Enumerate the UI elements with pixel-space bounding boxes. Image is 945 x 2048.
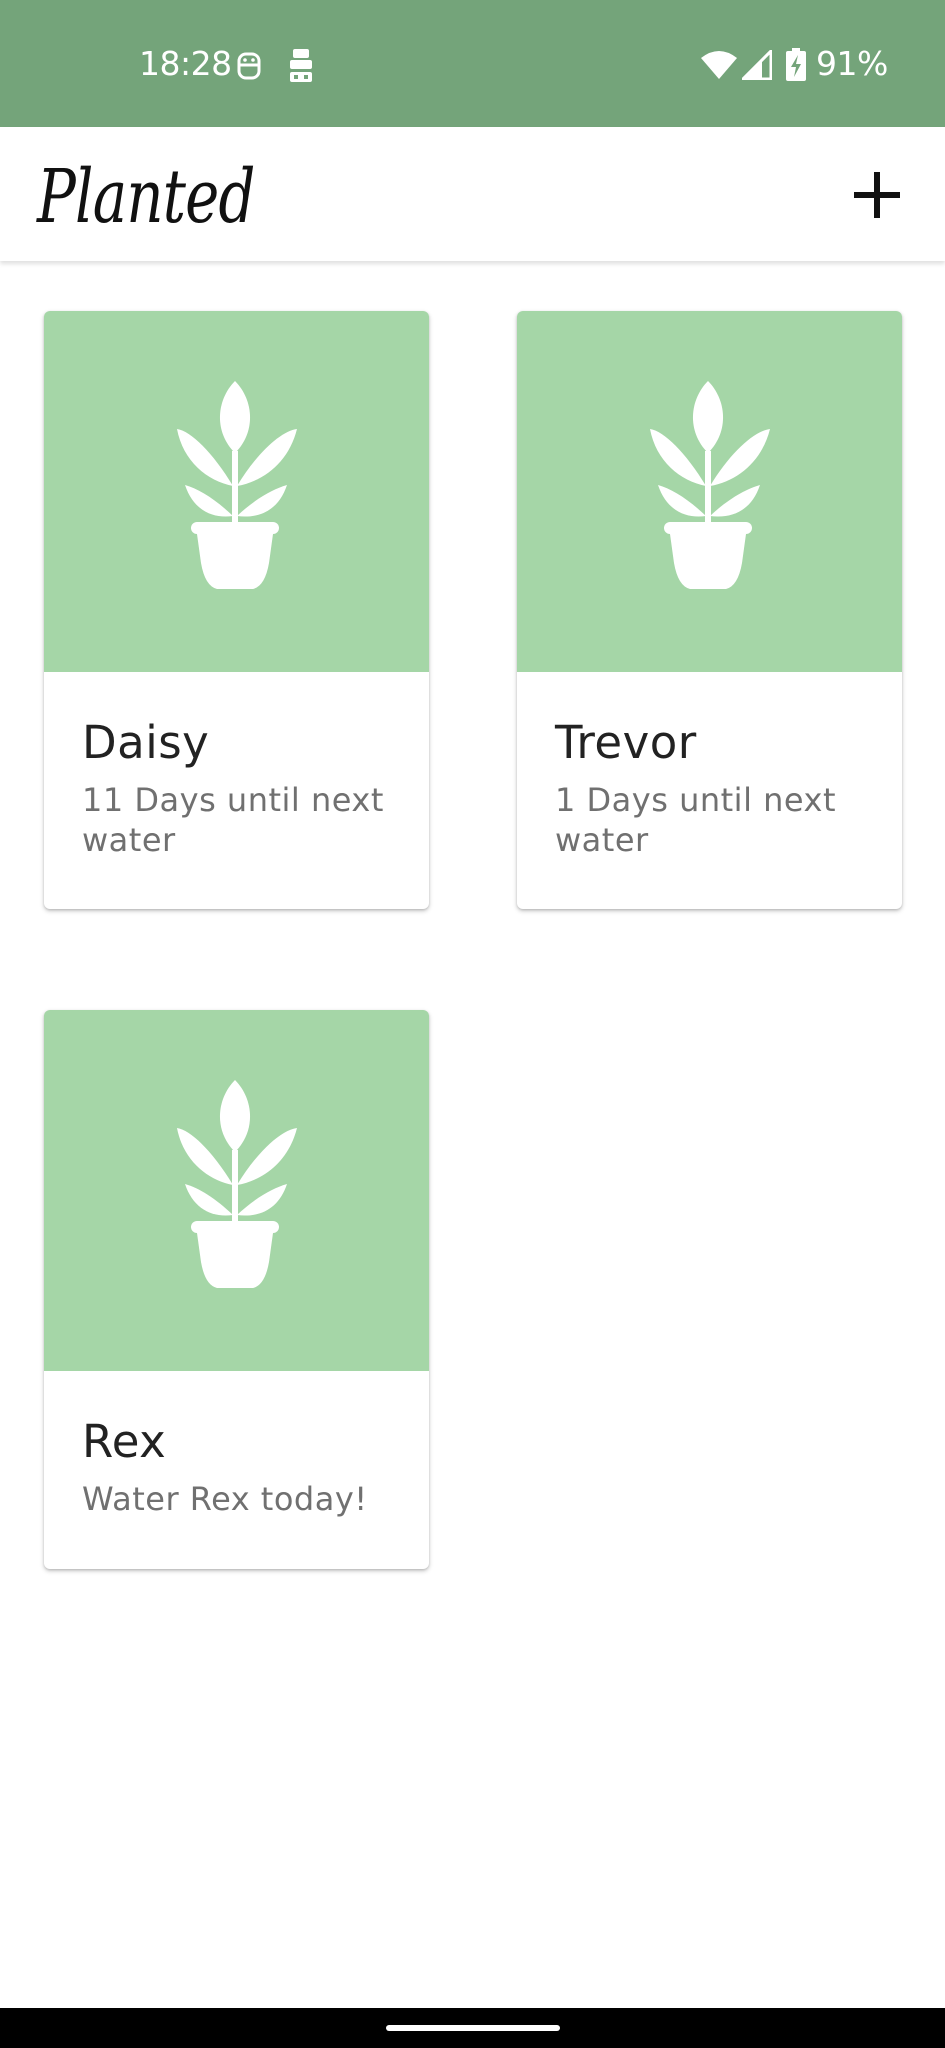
signal-icon bbox=[739, 47, 773, 85]
plant-water-status: 1 Days until next water bbox=[555, 781, 837, 859]
plant-name: Trevor bbox=[555, 716, 697, 769]
plant-name: Rex bbox=[82, 1415, 167, 1468]
app-title: Planted bbox=[37, 154, 256, 240]
plant-water-status: 11 Days until next water bbox=[82, 781, 384, 859]
plant-water-status: Water Rex today! bbox=[82, 1480, 368, 1518]
status-time: 18:28 bbox=[139, 44, 232, 83]
plant-card-rex[interactable]: Rex Water Rex today! bbox=[44, 1010, 429, 1569]
potted-plant-icon bbox=[177, 381, 297, 589]
add-plant-button[interactable] bbox=[842, 160, 912, 230]
plant-card-image bbox=[44, 311, 429, 672]
plant-card-image bbox=[517, 311, 902, 672]
wifi-icon bbox=[700, 50, 738, 85]
notification-robot-icon bbox=[236, 50, 262, 87]
battery-percent: 91% bbox=[816, 44, 888, 83]
potted-plant-icon bbox=[177, 1080, 297, 1288]
plant-grid: Daisy 11 Days until next water Trevor 1 … bbox=[0, 261, 945, 2006]
status-bar: 18:28 91% bbox=[0, 0, 945, 127]
notification-stack-icon bbox=[288, 48, 314, 89]
plant-card-trevor[interactable]: Trevor 1 Days until next water bbox=[517, 311, 902, 909]
potted-plant-icon bbox=[650, 381, 770, 589]
plant-card-image bbox=[44, 1010, 429, 1371]
plant-name: Daisy bbox=[82, 716, 210, 769]
plus-icon bbox=[854, 172, 900, 218]
battery-charging-icon bbox=[785, 48, 807, 87]
app-bar: Planted bbox=[0, 127, 945, 261]
plant-card-daisy[interactable]: Daisy 11 Days until next water bbox=[44, 311, 429, 909]
home-gesture-handle[interactable] bbox=[386, 2025, 560, 2031]
system-nav-bar bbox=[0, 2008, 945, 2048]
